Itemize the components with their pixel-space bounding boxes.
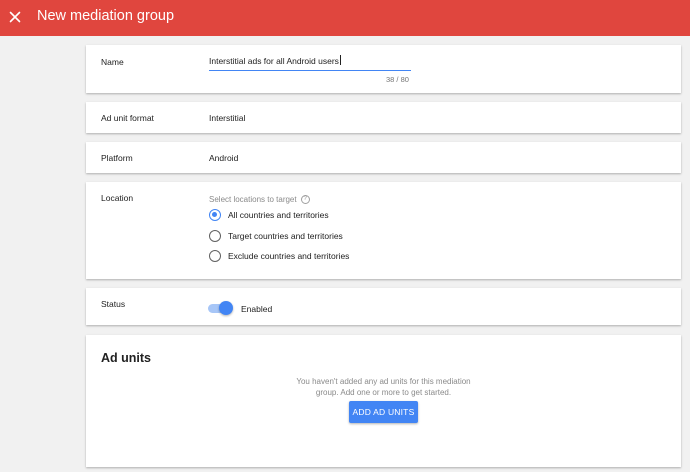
status-label: Status: [101, 299, 126, 309]
close-icon[interactable]: [4, 3, 26, 31]
location-hint-text: Select locations to target: [209, 195, 297, 204]
character-counter: 38 / 80: [386, 75, 409, 84]
name-card: Name Interstitial ads for all Android us…: [86, 45, 681, 93]
location-hint: Select locations to target ?: [209, 195, 310, 204]
ad-unit-format-card: Ad unit format Interstitial: [86, 102, 681, 133]
radio-target-countries[interactable]: Target countries and territories: [209, 230, 343, 242]
platform-value: Android: [209, 153, 239, 163]
ad-unit-format-value: Interstitial: [209, 113, 246, 123]
add-ad-units-button[interactable]: ADD AD UNITS: [349, 401, 418, 423]
radio-label: Exclude countries and territories: [228, 251, 350, 261]
name-input-value: Interstitial ads for all Android users: [209, 56, 339, 66]
status-card: Status Enabled: [86, 288, 681, 325]
radio-unselected-icon[interactable]: [209, 250, 221, 262]
location-card: Location Select locations to target ? Al…: [86, 182, 681, 279]
ad-units-card: Ad units You haven't added any ad units …: [86, 335, 681, 467]
platform-card: Platform Android: [86, 142, 681, 173]
radio-unselected-icon[interactable]: [209, 230, 221, 242]
toggle-knob: [219, 301, 233, 315]
status-toggle[interactable]: [208, 301, 234, 316]
location-label: Location: [101, 193, 134, 203]
platform-label: Platform: [101, 153, 133, 163]
page-title: New mediation group: [37, 8, 175, 24]
ad-unit-format-label: Ad unit format: [101, 113, 154, 123]
radio-label: Target countries and territories: [228, 231, 343, 241]
radio-label: All countries and territories: [228, 210, 329, 220]
help-icon[interactable]: ?: [300, 195, 310, 204]
empty-state-message: You haven't added any ad units for this …: [296, 377, 471, 397]
app-header: New mediation group: [0, 0, 690, 36]
radio-all-countries[interactable]: All countries and territories: [209, 209, 329, 221]
name-input[interactable]: Interstitial ads for all Android users: [209, 55, 411, 71]
radio-selected-icon[interactable]: [209, 209, 221, 221]
text-caret: [339, 55, 341, 65]
status-value: Enabled: [241, 304, 273, 314]
radio-exclude-countries[interactable]: Exclude countries and territories: [209, 250, 349, 262]
ad-units-title: Ad units: [101, 351, 151, 365]
name-label: Name: [101, 57, 124, 67]
